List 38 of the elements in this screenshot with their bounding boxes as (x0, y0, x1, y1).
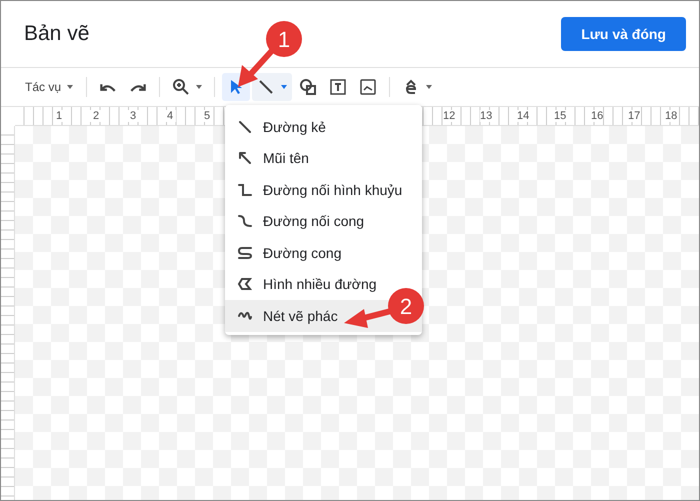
window-title: Bản vẽ (24, 22, 90, 46)
shape-icon (299, 78, 318, 96)
ruler-number: 13 (480, 110, 492, 122)
actions-menu[interactable]: Tác vụ (19, 76, 80, 98)
menu-item[interactable]: Hình nhiều đường (225, 268, 422, 300)
ruler-number: 12 (443, 110, 455, 122)
menu-item[interactable]: Đường kẻ (225, 111, 422, 142)
undo-icon (99, 82, 118, 92)
zoom-icon (172, 78, 190, 96)
redo-icon (129, 82, 148, 92)
line-tool-button[interactable] (252, 73, 292, 101)
caret-icon (67, 85, 74, 89)
ruler-number: 17 (628, 110, 640, 122)
arrow-icon (237, 150, 253, 166)
ruler-number: 4 (164, 110, 176, 122)
ruler-number: 3 (127, 110, 139, 122)
ruler-number: 15 (554, 110, 566, 122)
ruler-number: 5 (201, 110, 213, 122)
caret-icon (281, 85, 288, 89)
caret-icon (196, 85, 202, 89)
line-icon (257, 78, 276, 96)
menu-item[interactable]: Đường nối cong (225, 206, 422, 237)
polyline-icon (237, 276, 253, 292)
image-icon (359, 78, 378, 96)
text-box-icon (329, 78, 348, 96)
menu-item[interactable]: Đường nối hình khuỷu (225, 174, 422, 206)
ruler-number: 16 (591, 110, 603, 122)
line-icon (237, 118, 253, 135)
curved-connector-icon (237, 213, 253, 230)
ruler-number: 18 (665, 110, 677, 122)
ruler-number: 2 (90, 110, 102, 122)
menu-item[interactable]: Mũi tên (225, 142, 422, 174)
menu-item[interactable]: Đường cong (225, 237, 422, 268)
ruler-number: 14 (517, 110, 529, 122)
elbow-connector-icon (237, 182, 253, 198)
save-button[interactable]: Lưu và đóng (561, 17, 686, 51)
curve-icon (237, 244, 253, 261)
caret-icon (426, 85, 432, 89)
